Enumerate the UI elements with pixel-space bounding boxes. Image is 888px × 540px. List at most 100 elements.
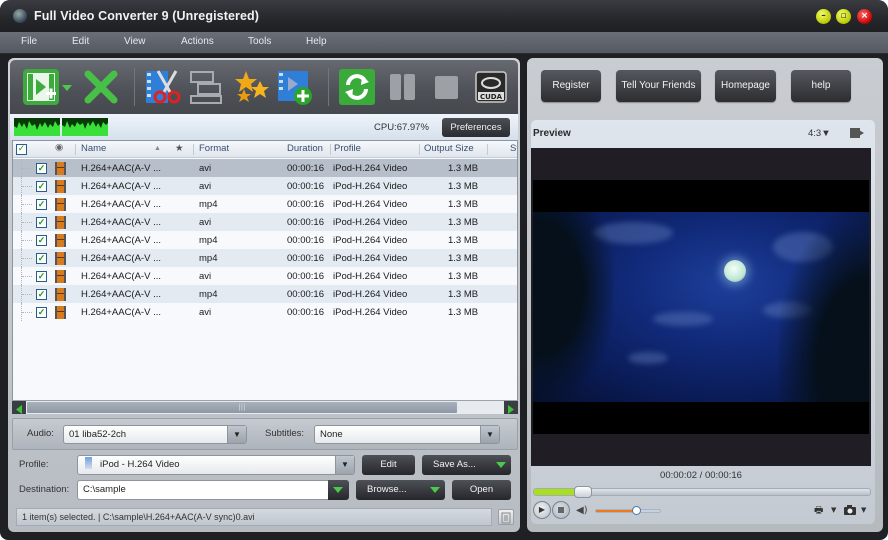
file-row[interactable]: ✓ H.264+AAC(A-V ... mp4 00:00:16 iPod-H.264 … (13, 249, 517, 267)
file-profile[interactable]: iPod-H.264 Video (333, 163, 407, 174)
scroll-right-button[interactable] (504, 401, 518, 414)
menu-tools[interactable]: Tools (248, 36, 271, 47)
browse-dropdown-icon[interactable] (430, 487, 440, 493)
menu-edit[interactable]: Edit (72, 36, 89, 47)
row-checkbox[interactable]: ✓ (36, 289, 47, 300)
save-as-dropdown-icon[interactable] (496, 462, 506, 468)
effects-stars-icon[interactable] (232, 68, 270, 106)
file-profile[interactable]: iPod-H.264 Video (333, 235, 407, 246)
file-row[interactable]: ✓ H.264+AAC(A-V ... avi 00:00:16 iPod-H.264 … (13, 213, 517, 231)
file-format[interactable]: mp4 (199, 199, 217, 210)
header-status[interactable]: St (510, 143, 517, 154)
add-video-dropdown-icon[interactable] (62, 85, 72, 91)
file-format[interactable]: avi (199, 217, 211, 228)
detach-preview-icon[interactable] (849, 127, 865, 139)
aspect-ratio-select[interactable]: 4:3▼ (808, 128, 831, 139)
row-checkbox[interactable]: ✓ (36, 235, 47, 246)
select-all-checkbox[interactable]: ✓ (16, 144, 27, 155)
snapshot-folder-icon[interactable]: 🖶 (814, 503, 823, 520)
row-checkbox[interactable]: ✓ (36, 253, 47, 264)
file-profile[interactable]: iPod-H.264 Video (333, 253, 407, 264)
homepage-button[interactable]: Homepage (715, 70, 776, 102)
header-format[interactable]: Format (199, 143, 229, 154)
file-profile[interactable]: iPod-H.264 Video (333, 307, 407, 318)
header-name[interactable]: Name (81, 143, 106, 154)
add-video-icon[interactable] (22, 68, 60, 106)
horizontal-scrollbar[interactable]: ||| (12, 400, 518, 414)
star-column-icon[interactable]: ★ (175, 143, 184, 154)
row-checkbox[interactable]: ✓ (36, 163, 47, 174)
merge-segments-icon[interactable] (188, 68, 226, 106)
maximize-button[interactable]: ▫ (836, 9, 851, 24)
close-button[interactable]: × (857, 9, 872, 24)
row-checkbox[interactable]: ✓ (36, 199, 47, 210)
help-button[interactable]: help (791, 70, 851, 102)
log-button[interactable] (498, 509, 514, 525)
file-row[interactable]: ✓ H.264+AAC(A-V ... mp4 00:00:16 iPod-H.264 … (13, 195, 517, 213)
file-format[interactable]: mp4 (199, 253, 217, 264)
file-row[interactable]: ✓ H.264+AAC(A-V ... avi 00:00:16 iPod-H.264 … (13, 267, 517, 285)
menu-actions[interactable]: Actions (181, 36, 214, 47)
save-as-button[interactable]: Save As... (422, 455, 511, 475)
scroll-left-button[interactable] (12, 401, 26, 414)
file-profile[interactable]: iPod-H.264 Video (333, 271, 407, 282)
file-format[interactable]: avi (199, 181, 211, 192)
scissors-icon[interactable] (144, 68, 182, 106)
file-profile[interactable]: iPod-H.264 Video (333, 181, 407, 192)
chevron-down-icon[interactable]: ▼ (861, 506, 866, 514)
header-output-size[interactable]: Output Size (424, 143, 474, 154)
file-format[interactable]: avi (199, 163, 211, 174)
file-row[interactable]: ✓ H.264+AAC(A-V ... avi 00:00:16 iPod-H.264 … (13, 177, 517, 195)
chevron-down-icon[interactable]: ▼ (335, 456, 354, 474)
file-profile[interactable]: iPod-H.264 Video (333, 217, 407, 228)
stop-playback-button[interactable] (552, 501, 570, 519)
file-format[interactable]: mp4 (199, 289, 217, 300)
row-checkbox[interactable]: ✓ (36, 307, 47, 318)
volume-knob[interactable] (631, 506, 641, 515)
pause-icon[interactable] (384, 68, 422, 106)
convert-refresh-icon[interactable] (338, 68, 376, 106)
file-format[interactable]: avi (199, 271, 211, 282)
audio-select[interactable]: 01 liba52-2ch ▼ (63, 425, 247, 444)
file-format[interactable]: mp4 (199, 235, 217, 246)
tell-your-friends-button[interactable]: Tell Your Friends (616, 70, 701, 102)
profile-select[interactable]: iPod - H.264 Video ▼ (77, 455, 355, 475)
edit-profile-button[interactable]: Edit (362, 455, 415, 475)
header-profile[interactable]: Profile (334, 143, 361, 154)
row-checkbox[interactable]: ✓ (36, 271, 47, 282)
open-folder-button[interactable]: Open (452, 480, 511, 500)
scrollbar-thumb[interactable]: ||| (27, 402, 457, 413)
row-checkbox[interactable]: ✓ (36, 181, 47, 192)
volume-icon[interactable]: ◀) (576, 505, 588, 516)
seek-slider[interactable] (533, 486, 871, 498)
register-button[interactable]: Register (541, 70, 601, 102)
chevron-down-icon[interactable]: ▼ (831, 506, 836, 514)
file-profile[interactable]: iPod-H.264 Video (333, 199, 407, 210)
add-segment-icon[interactable] (276, 68, 314, 106)
minimize-button[interactable]: – (816, 9, 831, 24)
camera-icon[interactable] (843, 504, 857, 516)
file-row[interactable]: ✓ H.264+AAC(A-V ... avi 00:00:16 iPod-H.264 … (13, 303, 517, 321)
file-row[interactable]: ✓ H.264+AAC(A-V ... avi 00:00:16 iPod-H.264 … (13, 159, 517, 177)
destination-input[interactable]: C:\sample (77, 480, 349, 500)
preferences-button[interactable]: Preferences (442, 118, 510, 137)
remove-icon[interactable] (82, 68, 120, 106)
chevron-down-icon[interactable]: ▼ (480, 426, 499, 443)
seek-thumb[interactable] (574, 486, 592, 498)
volume-slider[interactable] (595, 506, 661, 515)
video-screen[interactable] (531, 148, 871, 466)
chevron-down-icon[interactable]: ▼ (227, 426, 246, 443)
browse-button[interactable]: Browse... (356, 480, 445, 500)
menu-help[interactable]: Help (306, 36, 327, 47)
file-profile[interactable]: iPod-H.264 Video (333, 289, 407, 300)
play-button[interactable]: ▶ (533, 501, 551, 519)
file-row[interactable]: ✓ H.264+AAC(A-V ... mp4 00:00:16 iPod-H.264 … (13, 285, 517, 303)
destination-history-button[interactable] (328, 480, 349, 500)
subtitles-select[interactable]: None ▼ (314, 425, 500, 444)
header-duration[interactable]: Duration (287, 143, 323, 154)
row-checkbox[interactable]: ✓ (36, 217, 47, 228)
file-format[interactable]: avi (199, 307, 211, 318)
cuda-icon[interactable]: CUDA (472, 68, 510, 106)
file-row[interactable]: ✓ H.264+AAC(A-V ... mp4 00:00:16 iPod-H.264 … (13, 231, 517, 249)
stop-icon[interactable] (428, 68, 466, 106)
